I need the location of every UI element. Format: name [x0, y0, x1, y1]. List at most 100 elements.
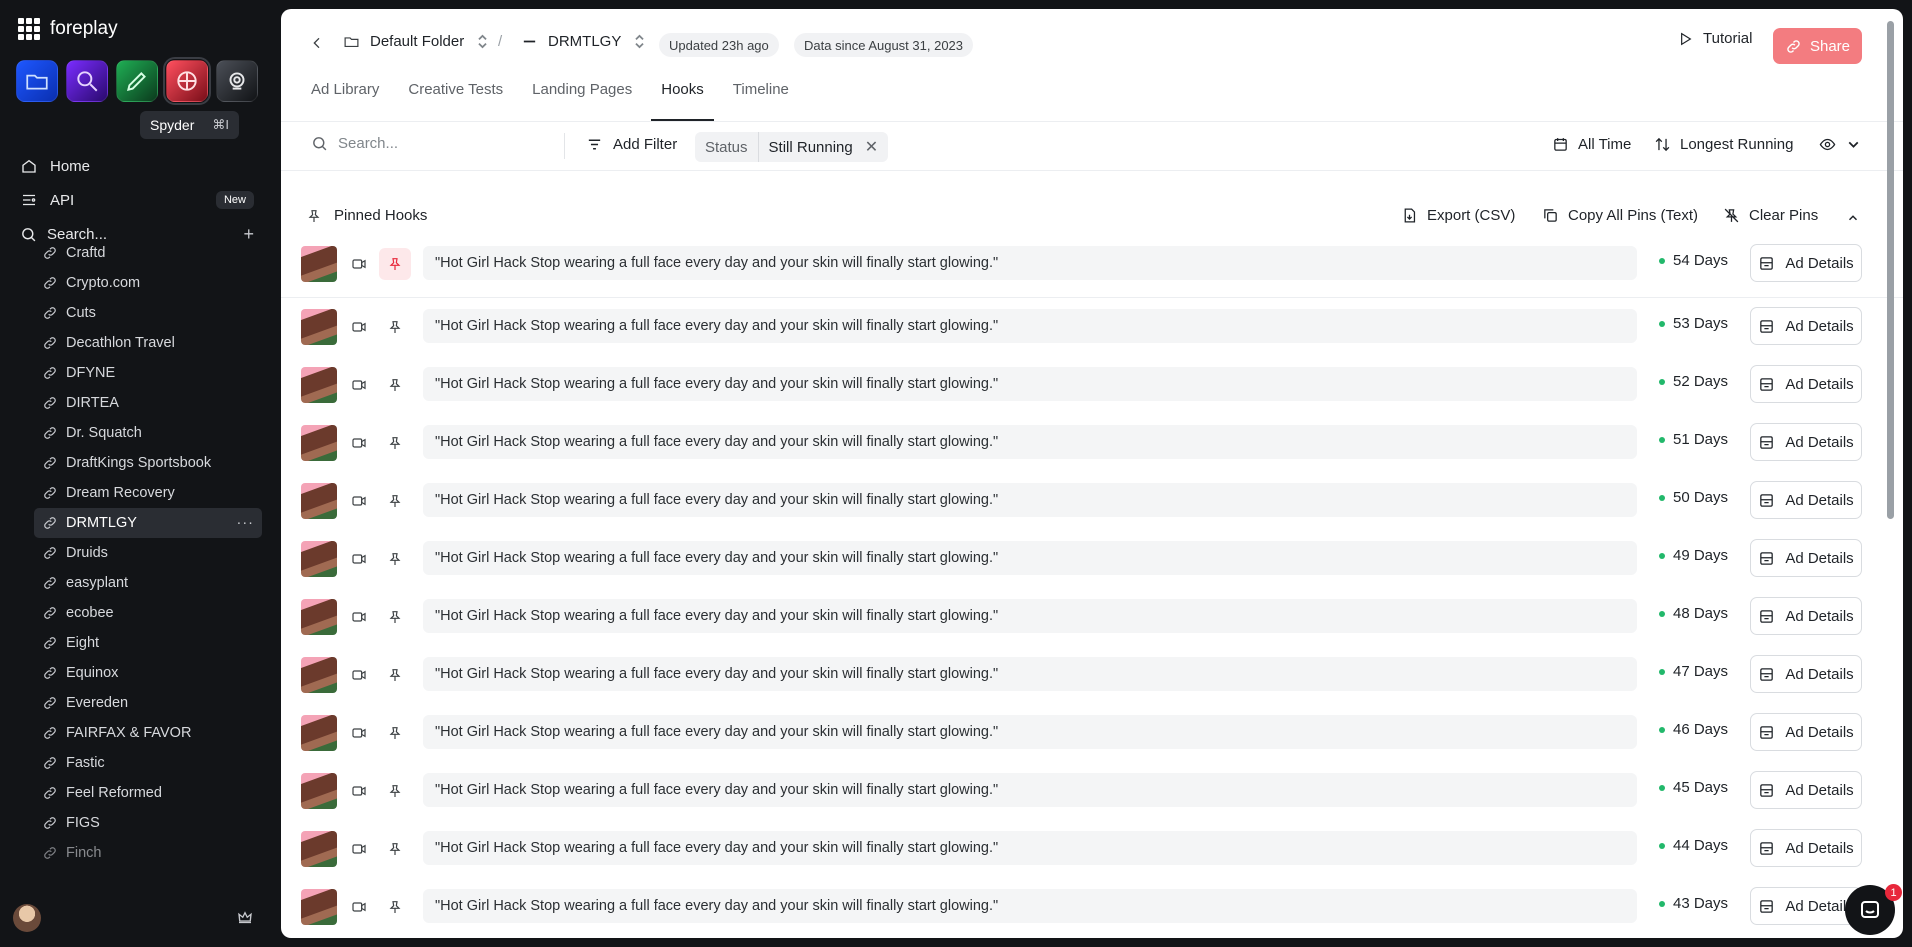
sidebar-brand-item[interactable]: Equinox: [34, 658, 262, 688]
share-button[interactable]: Share: [1773, 28, 1862, 64]
ad-details-button[interactable]: Ad Details: [1750, 771, 1862, 809]
ad-thumbnail[interactable]: [301, 541, 337, 577]
nav-home[interactable]: Home: [12, 149, 262, 183]
copy-pins-button[interactable]: Copy All Pins (Text): [1542, 207, 1698, 224]
hook-text[interactable]: "Hot Girl Hack Stop wearing a full face …: [423, 541, 1637, 575]
sidebar-brand-item[interactable]: Druids: [34, 538, 262, 568]
pin-button[interactable]: [379, 427, 411, 459]
clear-pins-button[interactable]: Clear Pins: [1723, 207, 1818, 224]
hook-text[interactable]: "Hot Girl Hack Stop wearing a full face …: [423, 309, 1637, 343]
tab-creative-tests[interactable]: Creative Tests: [408, 77, 503, 121]
pin-button[interactable]: [379, 601, 411, 633]
tab-hooks[interactable]: Hooks: [651, 77, 714, 121]
sidebar-brand-item[interactable]: ecobee: [34, 598, 262, 628]
tutorial-button[interactable]: Tutorial: [1677, 30, 1752, 47]
ad-thumbnail[interactable]: [301, 483, 337, 519]
ad-details-button[interactable]: Ad Details: [1750, 365, 1862, 403]
app-lens[interactable]: [216, 60, 258, 102]
ad-details-button[interactable]: Ad Details: [1750, 713, 1862, 751]
ad-thumbnail[interactable]: [301, 309, 337, 345]
sort-button[interactable]: Longest Running: [1654, 136, 1793, 153]
folder-selector[interactable]: Default Folder: [343, 27, 491, 55]
sidebar-brand-item[interactable]: Decathlon Travel: [34, 328, 262, 358]
sidebar-brand-item[interactable]: Feel Reformed: [34, 778, 262, 808]
pin-button[interactable]: [379, 891, 411, 923]
ad-details-button[interactable]: Ad Details: [1750, 539, 1862, 577]
logo[interactable]: foreplay: [18, 18, 118, 40]
hook-text[interactable]: "Hot Girl Hack Stop wearing a full face …: [423, 246, 1637, 280]
sidebar-brand-item[interactable]: Dr. Squatch: [34, 418, 262, 448]
ad-thumbnail[interactable]: [301, 715, 337, 751]
app-swipe-file[interactable]: [16, 60, 58, 102]
hook-text[interactable]: "Hot Girl Hack Stop wearing a full face …: [423, 773, 1637, 807]
hook-text[interactable]: "Hot Girl Hack Stop wearing a full face …: [423, 889, 1637, 923]
ad-thumbnail[interactable]: [301, 425, 337, 461]
sidebar-brand-item[interactable]: Finch: [34, 838, 262, 868]
ad-thumbnail[interactable]: [301, 599, 337, 635]
export-csv-button[interactable]: Export (CSV): [1401, 207, 1515, 224]
sidebar-brand-item[interactable]: DFYNE: [34, 358, 262, 388]
chevron-up-icon[interactable]: [1846, 211, 1860, 225]
tab-timeline[interactable]: Timeline: [733, 77, 789, 121]
pin-button[interactable]: [379, 659, 411, 691]
add-filter-button[interactable]: Add Filter: [586, 136, 677, 153]
view-toggle[interactable]: [1819, 136, 1862, 153]
sidebar-brand-item[interactable]: Craftd: [34, 238, 262, 268]
ad-details-button[interactable]: Ad Details: [1750, 481, 1862, 519]
hook-text[interactable]: "Hot Girl Hack Stop wearing a full face …: [423, 599, 1637, 633]
pin-button[interactable]: [379, 248, 411, 280]
remove-filter-icon[interactable]: ✕: [863, 137, 888, 157]
sidebar-brand-item[interactable]: Eight: [34, 628, 262, 658]
sidebar-brand-item[interactable]: FIGS: [34, 808, 262, 838]
hook-text[interactable]: "Hot Girl Hack Stop wearing a full face …: [423, 657, 1637, 691]
more-options-icon[interactable]: ···: [237, 515, 255, 531]
sidebar-brand-item[interactable]: DraftKings Sportsbook: [34, 448, 262, 478]
pin-button[interactable]: [379, 369, 411, 401]
hook-text[interactable]: "Hot Girl Hack Stop wearing a full face …: [423, 831, 1637, 865]
back-chevron-icon[interactable]: [309, 35, 325, 51]
nav-api[interactable]: API New: [12, 183, 262, 217]
tab-ad-library[interactable]: Ad Library: [311, 77, 379, 121]
ad-details-button[interactable]: Ad Details: [1750, 423, 1862, 461]
ad-thumbnail[interactable]: [301, 773, 337, 809]
hook-text[interactable]: "Hot Girl Hack Stop wearing a full face …: [423, 425, 1637, 459]
ad-details-button[interactable]: Ad Details: [1750, 307, 1862, 345]
tab-landing-pages[interactable]: Landing Pages: [532, 77, 632, 121]
ad-details-button[interactable]: Ad Details: [1750, 655, 1862, 693]
date-range-button[interactable]: All Time: [1552, 136, 1631, 153]
pin-button[interactable]: [379, 485, 411, 517]
ad-thumbnail[interactable]: [301, 889, 337, 925]
brand-selector[interactable]: DRMTLGY: [521, 27, 648, 55]
app-spyder[interactable]: [163, 57, 211, 105]
app-discovery[interactable]: [66, 60, 108, 102]
app-briefs[interactable]: [116, 60, 158, 102]
hook-search[interactable]: Search...: [311, 135, 398, 152]
sidebar-brand-item[interactable]: easyplant: [34, 568, 262, 598]
hook-text[interactable]: "Hot Girl Hack Stop wearing a full face …: [423, 367, 1637, 401]
hook-text[interactable]: "Hot Girl Hack Stop wearing a full face …: [423, 483, 1637, 517]
ad-thumbnail[interactable]: [301, 657, 337, 693]
ad-thumbnail[interactable]: [301, 367, 337, 403]
ad-details-button[interactable]: Ad Details: [1750, 597, 1862, 635]
sidebar-brand-item[interactable]: Evereden: [34, 688, 262, 718]
sidebar-brand-item[interactable]: DIRTEA: [34, 388, 262, 418]
pin-button[interactable]: [379, 717, 411, 749]
status-filter-chip[interactable]: Status Still Running ✕: [695, 132, 889, 162]
sidebar-brand-item[interactable]: Crypto.com: [34, 268, 262, 298]
pin-button[interactable]: [379, 775, 411, 807]
pin-button[interactable]: [379, 543, 411, 575]
ad-thumbnail[interactable]: [301, 246, 337, 282]
avatar[interactable]: [13, 904, 41, 932]
ad-details-button[interactable]: Ad Details: [1750, 829, 1862, 867]
sidebar-brand-item[interactable]: DRMTLGY ···: [34, 508, 262, 538]
sidebar-brand-item[interactable]: FAIRFAX & FAVOR: [34, 718, 262, 748]
ad-thumbnail[interactable]: [301, 831, 337, 867]
hook-text[interactable]: "Hot Girl Hack Stop wearing a full face …: [423, 715, 1637, 749]
sidebar-brand-item[interactable]: Dream Recovery: [34, 478, 262, 508]
scrollbar[interactable]: [1887, 21, 1894, 519]
pin-button[interactable]: [379, 833, 411, 865]
sidebar-brand-item[interactable]: Fastic: [34, 748, 262, 778]
ad-details-button[interactable]: Ad Details: [1750, 244, 1862, 282]
crown-icon[interactable]: [236, 909, 254, 927]
sidebar-brand-item[interactable]: Cuts: [34, 298, 262, 328]
